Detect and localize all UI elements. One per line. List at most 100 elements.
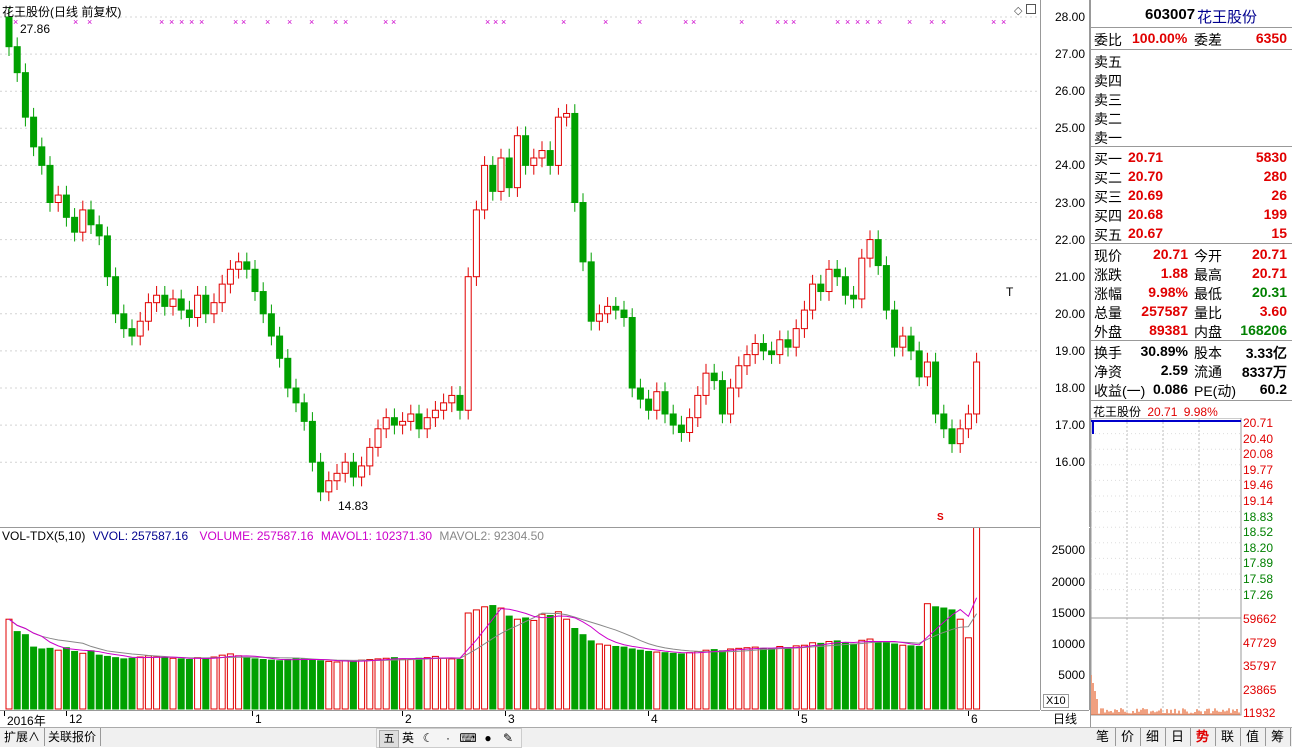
panel-tab[interactable]: 笔 <box>1090 728 1116 746</box>
candle-body <box>367 447 373 466</box>
candle-body <box>588 262 594 321</box>
date-tick-mark <box>402 711 403 716</box>
volume-bar <box>883 643 889 709</box>
intraday-price-tick: 18.52 <box>1243 525 1273 539</box>
candle-body <box>728 388 734 414</box>
buy-row[interactable]: 买四 20.68 199 <box>1094 205 1290 224</box>
buy-row[interactable]: 买三 20.69 26 <box>1094 186 1290 205</box>
stat-row: 总量 257587 量比 3.60 <box>1094 302 1290 321</box>
candle-body <box>31 117 37 147</box>
candle-body <box>760 343 766 350</box>
volume-bar <box>195 658 201 709</box>
volume-bar <box>875 642 881 709</box>
panel-tab[interactable]: 筹 <box>1265 728 1291 746</box>
volume-bar <box>826 642 832 709</box>
buy-row[interactable]: 买一 20.71 5830 <box>1094 148 1290 167</box>
volume-bar <box>6 619 12 709</box>
fin-value-1: 2.59 <box>1161 362 1188 378</box>
volume-bar <box>793 646 799 709</box>
stat-value-1: 1.88 <box>1161 265 1188 281</box>
ime-mode[interactable]: 英 <box>399 730 417 746</box>
volume-bar <box>777 646 783 709</box>
fin-row: 净资 2.59 流通 8337万 <box>1094 361 1290 380</box>
fin-row: 收益(一) 0.086 PE(动) 60.2 <box>1094 380 1290 399</box>
signal-marker: × <box>691 17 696 27</box>
stat-row: 涨幅 9.98% 最低 20.31 <box>1094 283 1290 302</box>
signal-marker: × <box>391 17 396 27</box>
buy-level-label: 买二 <box>1094 168 1122 188</box>
volume-unit: X10 <box>1043 694 1069 708</box>
tab-related-quotes[interactable]: 关联报价 <box>44 728 101 746</box>
signal-marker: × <box>383 17 388 27</box>
wrench-icon[interactable]: ✎ <box>499 730 517 746</box>
candle-body <box>80 210 86 232</box>
maximize-icon[interactable] <box>1026 4 1036 14</box>
signal-marker: × <box>343 17 348 27</box>
volume-bar <box>498 608 504 709</box>
kline-svg[interactable]: ×××××××××××××××××××××××××××××××××××××××× <box>0 0 1040 527</box>
candle-body <box>457 395 463 410</box>
price-tick: 22.00 <box>1055 233 1085 247</box>
candle-body <box>6 17 12 47</box>
ime-logo-icon[interactable]: 五 <box>379 730 399 748</box>
volume-bar <box>129 658 135 709</box>
candle-body <box>883 266 889 311</box>
volume-bar <box>170 658 176 709</box>
stat-value-2: 168206 <box>1240 322 1287 338</box>
price-tick: 24.00 <box>1055 158 1085 172</box>
volume-bar <box>137 657 143 709</box>
signal-marker: × <box>287 17 292 27</box>
candle-body <box>465 277 471 411</box>
volume-bar <box>416 658 422 709</box>
panel-tab[interactable]: 值 <box>1240 728 1266 746</box>
candle-body <box>916 351 922 377</box>
tab-extend[interactable]: 扩展∧ <box>0 728 45 746</box>
panel-tab[interactable]: 势 <box>1190 728 1216 746</box>
volume-bar <box>457 660 463 710</box>
volume-bar <box>408 660 414 710</box>
signal-marker: × <box>199 17 204 27</box>
candle-body <box>818 284 824 291</box>
kline-chart[interactable]: ××××××××××××××××××××××××××××××××××××××××… <box>0 0 1041 528</box>
volume-bar <box>236 656 242 709</box>
volume-bar <box>949 610 955 709</box>
candle-body <box>121 314 127 329</box>
panel-tab[interactable]: 联 <box>1215 728 1241 746</box>
user-icon[interactable]: ● <box>479 730 497 746</box>
candle-body <box>695 395 701 417</box>
volume-bar <box>695 651 701 709</box>
intraday-chart[interactable]: 20.71 20.40 20.08 19.77 19.46 19.14 18.83 18.52… <box>1091 418 1290 718</box>
candle-body <box>293 388 299 403</box>
buy-row[interactable]: 买五 20.67 15 <box>1094 224 1290 243</box>
diamond-icon[interactable]: ◇ <box>1014 4 1022 17</box>
volume-bar <box>974 528 980 709</box>
stat-label-2: 最高 <box>1194 265 1222 285</box>
period-label[interactable]: 日线 <box>1041 710 1089 728</box>
volume-bar <box>810 643 816 709</box>
volume-bar <box>719 651 725 709</box>
panel-tab[interactable]: 价 <box>1115 728 1141 746</box>
signal-marker: × <box>561 17 566 27</box>
price-tick: 28.00 <box>1055 10 1085 24</box>
volume-chart[interactable]: VOL-TDX(5,10) VVOL: 257587.16 VOLUME: 25… <box>0 528 1041 710</box>
date-label: 6 <box>971 712 978 726</box>
volume-bar <box>637 650 643 709</box>
keyboard-icon[interactable]: ⌨ <box>459 730 477 746</box>
volume-bar <box>31 647 37 709</box>
ime-dot-icon[interactable]: · <box>439 730 457 746</box>
candle-body <box>39 147 45 166</box>
intraday-volume-tick: 35797 <box>1243 659 1276 673</box>
buy-row[interactable]: 买二 20.70 280 <box>1094 167 1290 186</box>
sell-row: 卖三 <box>1094 89 1290 108</box>
volume-bar <box>957 619 963 709</box>
intraday-volume-tick: 11932 <box>1243 706 1275 720</box>
signal-marker: × <box>907 17 912 27</box>
intraday-price-tick: 19.14 <box>1243 494 1273 508</box>
panel-tab[interactable]: 细 <box>1140 728 1166 746</box>
candle-body <box>318 462 324 492</box>
volume-bar <box>646 651 652 709</box>
panel-tab[interactable]: 日 <box>1165 728 1191 746</box>
ime-moon-icon[interactable]: ☾ <box>419 730 437 746</box>
stat-row: 外盘 89381 内盘 168206 <box>1094 321 1290 340</box>
volume-bar <box>867 639 873 709</box>
